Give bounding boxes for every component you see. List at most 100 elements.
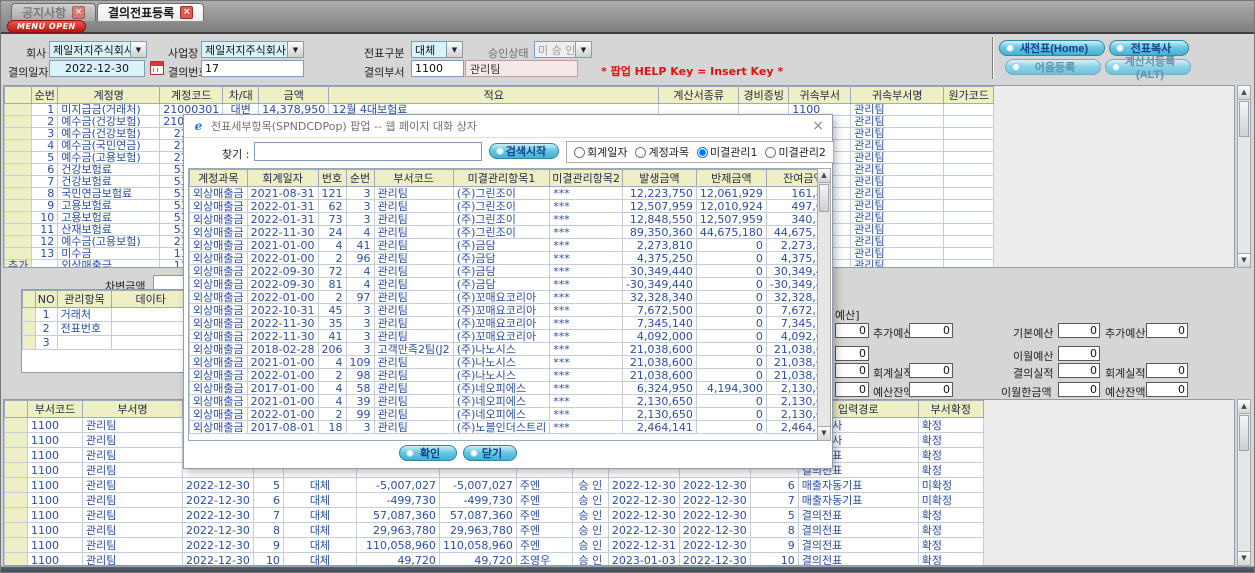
cell[interactable]: 관리팀: [82, 537, 183, 553]
cell[interactable]: 2022-01-00: [246, 407, 319, 421]
cell[interactable]: 고객만족2팀(J2: [373, 342, 454, 356]
column-header[interactable]: 회계일자: [246, 169, 319, 187]
cell[interactable]: 고용보험료: [57, 199, 161, 212]
pending-row[interactable]: 외상매출금 2022-11-30 24 4 관리팀 (주)그린조이 *** 89,350,36…: [189, 225, 817, 239]
cell[interactable]: 결의전표: [797, 552, 919, 565]
cell[interactable]: 2022-12-30: [182, 537, 254, 553]
cell[interactable]: [4, 115, 33, 128]
cell[interactable]: 4,092,000: [765, 329, 817, 343]
cell[interactable]: 외상매출금: [189, 264, 248, 278]
cell[interactable]: 3: [345, 303, 375, 317]
radio-pending2[interactable]: 미결관리2: [765, 144, 826, 160]
cell[interactable]: 매출자동기표: [797, 477, 919, 493]
column-header[interactable]: 계정과목: [189, 169, 248, 187]
pending-row[interactable]: 외상매출금 2021-08-31 121 3 관리팀 (주)그린조이 *** 12,223,7…: [189, 186, 817, 200]
cell[interactable]: 승 인: [571, 537, 609, 553]
cell[interactable]: 7,672,500: [621, 303, 697, 317]
cell[interactable]: 관리팀: [373, 368, 454, 382]
cell[interactable]: [56, 335, 113, 350]
cell[interactable]: [943, 127, 995, 140]
cell[interactable]: 2022-12-30: [678, 522, 751, 538]
cell[interactable]: 추가: [4, 259, 33, 267]
cell[interactable]: 6: [252, 492, 284, 508]
column-header[interactable]: NO: [34, 290, 58, 308]
cell[interactable]: [4, 223, 33, 236]
pending-row[interactable]: 외상매출금 2022-11-30 35 3 관리팀 (주)꼬매요코리아 *** 7,345,1…: [189, 316, 817, 330]
cell[interactable]: (주)네오피에스: [452, 394, 551, 408]
cell[interactable]: 3: [345, 329, 375, 343]
cell[interactable]: 81: [317, 277, 347, 291]
cell[interactable]: 외상매출금: [57, 259, 161, 267]
cell[interactable]: 7: [749, 492, 799, 508]
cell[interactable]: 109: [345, 355, 375, 369]
cell[interactable]: 2,273,810: [621, 238, 697, 252]
cell[interactable]: 0: [695, 264, 767, 278]
cell[interactable]: 2022-12-30: [182, 477, 254, 493]
cell[interactable]: 21,038,600: [765, 342, 817, 356]
radio-account[interactable]: 계정과목: [635, 144, 689, 160]
cell[interactable]: 2022-12-31: [607, 537, 680, 553]
cell[interactable]: 57,087,360: [438, 507, 517, 523]
cell[interactable]: ***: [549, 381, 623, 395]
cell[interactable]: 대체: [282, 522, 357, 538]
tab-close-icon[interactable]: ×: [72, 6, 86, 19]
cell[interactable]: 외상매출금: [189, 329, 248, 343]
cell[interactable]: 관리팀: [850, 187, 945, 200]
cell[interactable]: 1100: [27, 477, 83, 493]
cell[interactable]: 2022-01-31: [246, 199, 319, 213]
pending-row[interactable]: 외상매출금 2022-09-30 72 4 관리팀 (주)금담 *** 30,349,440 0…: [189, 264, 817, 278]
cell[interactable]: (주)나노시스: [452, 342, 551, 356]
cell[interactable]: 관리팀: [373, 407, 454, 421]
cell[interactable]: 2022-12-30: [607, 477, 680, 493]
cell[interactable]: [943, 247, 995, 260]
column-header[interactable]: 계산서종류: [658, 86, 740, 104]
cell[interactable]: [4, 199, 33, 212]
cell[interactable]: [111, 335, 190, 350]
cell[interactable]: (주)네오피에스: [452, 381, 551, 395]
cell[interactable]: 0: [695, 368, 767, 382]
cell[interactable]: 29,963,780: [355, 522, 440, 538]
cell[interactable]: (주)꼬매요코리아: [452, 290, 551, 304]
cell[interactable]: (주)노블인더스트리: [452, 420, 551, 434]
cell[interactable]: 관리팀: [82, 462, 183, 478]
cell[interactable]: 대체: [282, 492, 357, 508]
cell[interactable]: ***: [549, 316, 623, 330]
cell[interactable]: 결의전표: [797, 522, 919, 538]
cell[interactable]: (주)꼬매요코리아: [452, 329, 551, 343]
cell[interactable]: (주)그린조이: [452, 186, 551, 200]
cell[interactable]: 72: [317, 264, 347, 278]
cell[interactable]: 35: [317, 316, 347, 330]
cell[interactable]: 외상매출금: [189, 407, 248, 421]
cell[interactable]: 예수금(고용보험): [57, 235, 161, 248]
cell[interactable]: 2,130,650: [765, 381, 817, 395]
cell[interactable]: 6,324,950: [621, 381, 697, 395]
cell[interactable]: 0: [695, 277, 767, 291]
chevron-down-icon[interactable]: ▼: [130, 42, 146, 57]
cell[interactable]: 산재보험료: [57, 223, 161, 236]
cell[interactable]: 0: [695, 251, 767, 265]
radio-icon[interactable]: [765, 146, 777, 158]
cell[interactable]: 2017-01-00: [246, 381, 319, 395]
cell[interactable]: 12,010,924: [695, 199, 767, 213]
column-header[interactable]: 원가코드: [943, 86, 995, 104]
cell[interactable]: 3: [345, 342, 375, 356]
cell[interactable]: 12,223,750: [621, 186, 697, 200]
cell[interactable]: 관리팀: [850, 115, 945, 128]
cell[interactable]: 12,061,929: [695, 186, 767, 200]
cell[interactable]: 확정: [917, 552, 984, 565]
cell[interactable]: 5: [749, 507, 799, 523]
cell[interactable]: [4, 417, 28, 433]
mgmt-row[interactable]: 1 거래처: [22, 307, 190, 322]
cell[interactable]: 관리팀: [373, 225, 454, 239]
cell[interactable]: 관리팀: [850, 151, 945, 164]
cell[interactable]: 110,058,960: [438, 537, 517, 553]
cell[interactable]: 거래처: [56, 307, 113, 322]
cell[interactable]: 관리팀: [82, 417, 183, 433]
cell[interactable]: 1: [31, 103, 59, 116]
cell[interactable]: [31, 259, 59, 267]
cell[interactable]: 2021-01-00: [246, 355, 319, 369]
cell[interactable]: 3: [345, 212, 375, 226]
cell[interactable]: 2022-12-30: [678, 552, 751, 565]
pending-row[interactable]: 외상매출금 2022-10-31 45 3 관리팀 (주)꼬매요코리아 *** 7,672,5…: [189, 303, 817, 317]
cell[interactable]: 4: [317, 394, 347, 408]
